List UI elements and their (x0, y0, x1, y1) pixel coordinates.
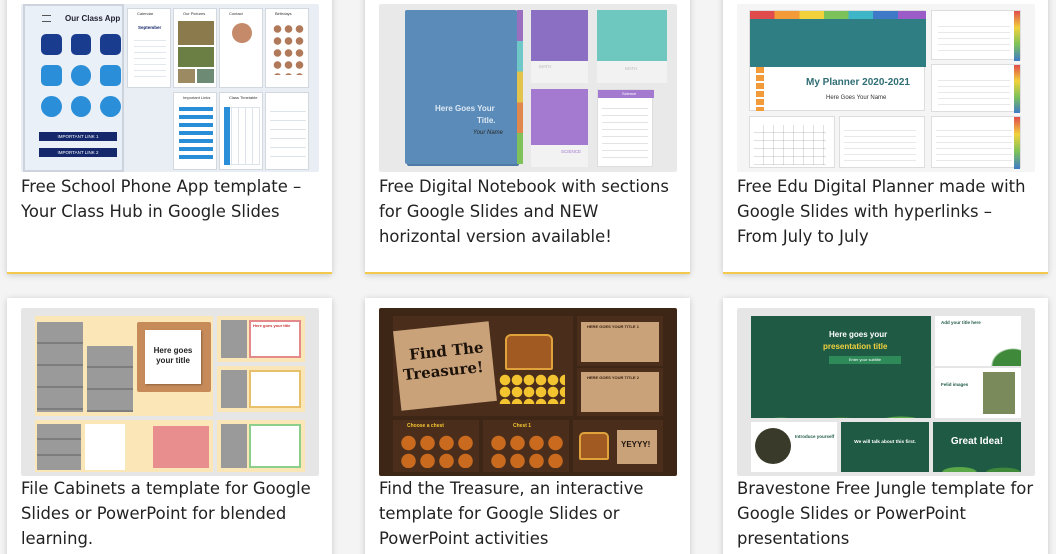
notebook-cover-title: Here Goes Your (435, 104, 495, 113)
planner-page (749, 116, 835, 168)
treasure-slide: YEYYY! (573, 420, 663, 472)
template-thumbnail[interactable]: Our Class App IMPORTANT LINK 1 IMPORTANT… (21, 4, 319, 172)
template-thumbnail[interactable]: My Planner 2020-2021 Here Goes Your Name (737, 4, 1035, 172)
template-title-link[interactable]: Free Digital Notebook with sections for … (379, 174, 679, 249)
notebook-page: SCIENCE (531, 89, 588, 167)
template-card[interactable]: Here Goes Your Title. Your Name MATH MAT… (365, 0, 690, 274)
jungle-title: Here goes your (829, 330, 888, 339)
important-link-2: IMPORTANT LINK 2 (39, 148, 117, 157)
jungle-slide: Add your title here (935, 316, 1021, 366)
template-card[interactable]: Here goes your presentation title Enter … (723, 298, 1048, 554)
phone-mockup: Our Class App IMPORTANT LINK 1 IMPORTANT… (23, 4, 124, 172)
cabinet-slide: Here goes your title (217, 316, 305, 362)
template-title-link[interactable]: Free Edu Digital Planner made with Googl… (737, 174, 1037, 249)
panel-list (265, 92, 309, 170)
notebook-page: MATH (531, 10, 588, 83)
notebook-cover: Here Goes Your Title. Your Name (405, 10, 523, 164)
cabinet-slide (217, 420, 305, 472)
panel-links: Important Links (173, 92, 217, 170)
cabinet-slide (35, 420, 213, 472)
panel-timetable: Class Timetable (219, 92, 263, 170)
panel-birthdays: Birthdays (265, 8, 309, 88)
template-thumbnail[interactable]: Here goes your title Here goes your titl… (21, 308, 319, 476)
app-title: Our Class App (65, 14, 121, 23)
treasure-slide: Choose a chest (393, 420, 479, 472)
panel-pictures: Our Pictures (173, 8, 217, 88)
planner-page (931, 64, 1021, 113)
template-thumbnail[interactable]: Here goes your presentation title Enter … (737, 308, 1035, 476)
template-card[interactable]: Here goes your title Here goes your titl… (7, 298, 332, 554)
menu-icon (42, 15, 51, 22)
template-card[interactable]: Our Class App IMPORTANT LINK 1 IMPORTANT… (7, 0, 332, 274)
panel-contact: Contact (219, 8, 263, 88)
cabinet-slide: Here goes your title (35, 316, 213, 416)
treasure-slide: HERE GOES YOUR TITLE 1 (577, 316, 663, 366)
jungle-slide: We will talk about this first. (841, 422, 929, 472)
important-link-1: IMPORTANT LINK 1 (39, 132, 117, 141)
jungle-slide: Introduce yourself (751, 422, 837, 472)
template-thumbnail[interactable]: Here Goes Your Title. Your Name MATH MAT… (379, 4, 677, 172)
template-title-link[interactable]: Find the Treasure, an interactive templa… (379, 476, 679, 551)
treasure-slide: Chest 1 (483, 420, 569, 472)
panel-calendar: Calendar September (127, 8, 171, 88)
template-title-link[interactable]: Bravestone Free Jungle template for Goog… (737, 476, 1037, 551)
planner-page (931, 10, 1021, 61)
template-title-link[interactable]: Free School Phone App template – Your Cl… (21, 174, 321, 224)
treasure-main-slide: Find The Treasure! (393, 316, 573, 416)
treasure-chest-icon (505, 334, 553, 370)
notebook-page: Science (597, 89, 654, 167)
planner-title: My Planner 2020-2021 (806, 77, 910, 88)
jungle-main-slide: Here goes your presentation title Enter … (751, 316, 931, 418)
cabinet-slide (217, 366, 305, 412)
template-card[interactable]: Find The Treasure! HERE GOES YOUR TITLE … (365, 298, 690, 554)
app-icon-grid (41, 34, 122, 117)
template-thumbnail[interactable]: Find The Treasure! HERE GOES YOUR TITLE … (379, 308, 677, 476)
template-card[interactable]: My Planner 2020-2021 Here Goes Your Name… (723, 0, 1048, 274)
gold-coins-icon (499, 374, 565, 404)
jungle-slide: Great Idea! (933, 422, 1021, 472)
note-title: Here goes (153, 346, 193, 355)
template-title-link[interactable]: File Cabinets a template for Google Slid… (21, 476, 321, 551)
planner-page (931, 116, 1021, 169)
jungle-slide: Felid images (935, 368, 1021, 418)
planner-page (839, 116, 925, 168)
planner-cover: My Planner 2020-2021 Here Goes Your Name (749, 10, 926, 111)
notebook-page: MATH (597, 10, 667, 83)
treasure-slide: HERE GOES YOUR TITLE 2 (577, 368, 663, 416)
